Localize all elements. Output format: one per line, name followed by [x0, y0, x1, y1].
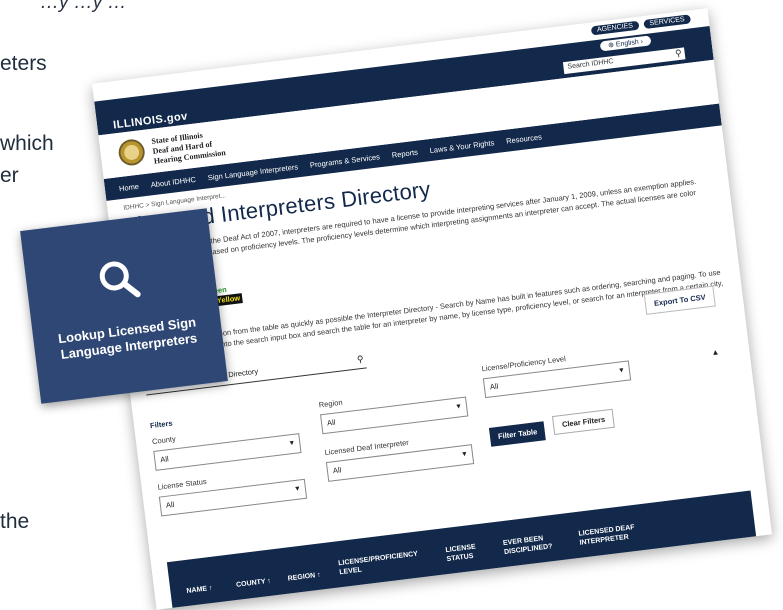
deaf-interpreter-value: All — [332, 465, 342, 476]
license-status-label: License Status — [157, 476, 208, 492]
slide-text-fragment: which — [0, 132, 54, 155]
county-value: All — [159, 454, 170, 465]
chevron-right-icon: › — [640, 38, 644, 46]
slide-text-fragment: …y …y … — [40, 0, 127, 13]
lookup-interpreters-card[interactable]: Lookup Licensed Sign Language Interprete… — [20, 208, 228, 404]
chevron-down-icon: ▼ — [617, 366, 626, 375]
license-level-value: All — [489, 381, 499, 392]
column-header-name[interactable]: NAME ↑ — [186, 584, 213, 596]
nav-programs-services[interactable]: Programs & Services — [309, 152, 380, 170]
chevron-down-icon: ▼ — [288, 439, 296, 448]
region-value: All — [326, 417, 336, 428]
nav-home[interactable]: Home — [118, 181, 139, 192]
nav-laws-rights[interactable]: Laws & Your Rights — [429, 138, 495, 155]
agency-name[interactable]: State of Illinois Deaf and Hard of Heari… — [151, 128, 226, 167]
column-header-license-level[interactable]: LICENSE/PROFICIENCY LEVEL — [338, 547, 437, 577]
lookup-card-label: Lookup Licensed Sign Language Interprete… — [57, 314, 198, 363]
clear-filters-button[interactable]: Clear Filters — [551, 408, 616, 436]
language-selector[interactable]: ⊕ English › — [599, 35, 652, 52]
column-header-county[interactable]: COUNTY ↑ — [236, 577, 272, 590]
search-icon — [99, 261, 141, 298]
slide-text-fragment: eters — [0, 52, 47, 75]
column-header-region[interactable]: REGION ↑ — [287, 571, 321, 584]
license-status-value: All — [165, 499, 175, 510]
county-label: County — [151, 434, 177, 447]
state-seal-icon — [117, 137, 147, 167]
search-icon[interactable]: ⚲ — [356, 354, 364, 366]
filter-table-button[interactable]: Filter Table — [488, 421, 547, 447]
filters-panel: Filters County All ▼ Region All ▼ License/… — [149, 342, 745, 517]
nav-reports[interactable]: Reports — [391, 147, 418, 159]
slide-text-fragment: er — [0, 164, 19, 187]
agencies-link[interactable]: AGENCIES — [590, 20, 640, 36]
chevron-down-icon: ▼ — [460, 450, 469, 459]
nav-resources[interactable]: Resources — [506, 132, 543, 145]
filters-heading: Filters — [149, 418, 174, 431]
slide-text-fragment: the — [0, 510, 30, 533]
language-label: English — [615, 38, 640, 49]
chevron-down-icon: ▼ — [454, 403, 463, 411]
site-search-placeholder: Search IDHHC — [567, 58, 614, 71]
services-link[interactable]: SERVICES — [643, 14, 692, 30]
chevron-down-icon: ▼ — [293, 485, 302, 494]
column-header-deaf-interpreter[interactable]: LICENSED DEAF INTERPRETER — [578, 521, 650, 547]
search-icon[interactable]: ⚲ — [674, 47, 682, 60]
results-table-header: NAME ↑ COUNTY ↑ REGION ↑ LICENSE/PROFICI… — [166, 490, 758, 610]
nav-about[interactable]: About IDHHC — [150, 174, 196, 188]
column-header-license-status[interactable]: LICENSE STATUS — [445, 541, 491, 564]
region-label: Region — [318, 397, 344, 410]
column-header-disciplined[interactable]: EVER BEEN DISCIPLINED? — [503, 531, 573, 557]
